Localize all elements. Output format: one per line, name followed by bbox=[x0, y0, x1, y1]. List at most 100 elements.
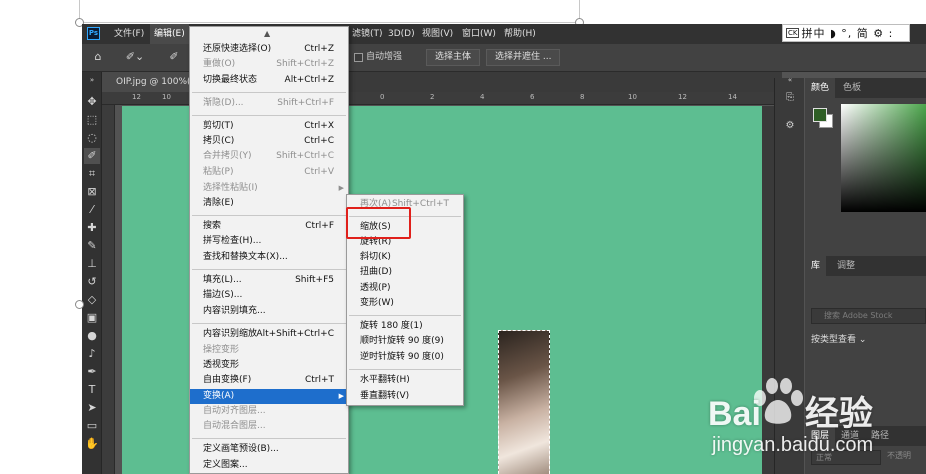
library-view-dropdown[interactable]: 按类型查看 ⌄ bbox=[811, 332, 866, 345]
menu-help[interactable]: 帮助(H) bbox=[500, 24, 540, 44]
edit-menu-item[interactable]: 定义图案... bbox=[190, 458, 348, 473]
transform-menu-item[interactable]: 变形(W) bbox=[347, 296, 463, 311]
menu-3d[interactable]: 3D(D) bbox=[384, 24, 419, 44]
rectangle-tool-icon[interactable]: ▭ bbox=[84, 418, 100, 434]
eyedropper-tool-icon[interactable]: ⁄ bbox=[84, 202, 100, 218]
tab-color[interactable]: 颜色 bbox=[805, 78, 836, 98]
brush-tool-icon[interactable]: ✎ bbox=[84, 238, 100, 254]
tab-libraries[interactable]: 库 bbox=[805, 256, 827, 276]
selected-photo-layer[interactable] bbox=[498, 330, 550, 474]
edit-menu-item-label: 操控变形 bbox=[203, 345, 240, 355]
edit-menu-item[interactable]: 清除(E) bbox=[190, 196, 348, 211]
menu-window[interactable]: 窗口(W) bbox=[458, 24, 500, 44]
transform-menu-item[interactable]: 垂直翻转(V) bbox=[347, 389, 463, 404]
gradient-tool-icon[interactable]: ▣ bbox=[84, 310, 100, 326]
edit-menu-item[interactable]: 自由变换(F) Ctrl+T bbox=[190, 373, 348, 388]
clone-stamp-tool-icon[interactable]: ⊥ bbox=[84, 256, 100, 272]
ruler-mark: 2 bbox=[430, 93, 435, 101]
edit-menu-item[interactable]: 内容识别缩放 Alt+Shift+Ctrl+C bbox=[190, 327, 348, 342]
pen-tool-icon[interactable]: ✒ bbox=[84, 364, 100, 380]
auto-enhance-checkbox[interactable] bbox=[354, 53, 363, 62]
frame-tool-icon[interactable]: ⊠ bbox=[84, 184, 100, 200]
home-icon[interactable]: ⌂ bbox=[90, 49, 106, 65]
tab-swatches[interactable]: 色板 bbox=[837, 78, 867, 98]
lasso-tool-icon[interactable]: ◌ bbox=[84, 130, 100, 146]
menu-filter[interactable]: 滤镜(T) bbox=[348, 24, 387, 44]
move-tool-icon[interactable]: ✥ bbox=[84, 94, 100, 110]
tab-adjustments[interactable]: 调整 bbox=[831, 256, 861, 276]
hand-tool-icon[interactable]: ✋ bbox=[84, 436, 100, 452]
edit-menu-item: 粘贴(P) Ctrl+V bbox=[190, 165, 348, 180]
edit-menu-item-label: 自由变换(F) bbox=[203, 375, 252, 385]
edit-menu-item[interactable]: 定义画笔预设(B)... bbox=[190, 442, 348, 457]
ruler-mark: 14 bbox=[728, 93, 737, 101]
transform-menu-item[interactable]: 逆时针旋转 90 度(0) bbox=[347, 350, 463, 365]
edit-menu-item[interactable]: 切换最终状态 Alt+Ctrl+Z bbox=[190, 73, 348, 88]
edit-menu-item-shortcut: Shift+Ctrl+F bbox=[277, 98, 334, 108]
crop-tool-icon[interactable]: ⌗ bbox=[84, 166, 100, 182]
edit-menu-item-shortcut: Shift+F5 bbox=[295, 275, 334, 285]
edit-menu-item[interactable]: 拷贝(C) Ctrl+C bbox=[190, 134, 348, 149]
collapse-icon[interactable]: » bbox=[84, 72, 100, 88]
menu-file[interactable]: 文件(F) bbox=[110, 24, 148, 44]
edit-menu-item: 渐隐(D)... Shift+Ctrl+F bbox=[190, 96, 348, 111]
ruler-mark: 10 bbox=[162, 93, 171, 101]
type-tool-icon[interactable]: T bbox=[84, 382, 100, 398]
quick-select-preset-icon[interactable]: ✐⌄ bbox=[122, 49, 148, 65]
photoshop-logo-icon: Ps bbox=[87, 27, 100, 40]
edit-menu-item[interactable]: 查找和替换文本(X)... bbox=[190, 250, 348, 265]
select-subject-button[interactable]: 选择主体 bbox=[426, 49, 481, 66]
path-selection-tool-icon[interactable]: ➤ bbox=[84, 400, 100, 416]
edit-menu-item[interactable]: 拼写检查(H)... bbox=[190, 234, 348, 249]
edit-menu-item-shortcut: Alt+Ctrl+Z bbox=[284, 75, 334, 85]
edit-menu-item-shortcut: Ctrl+C bbox=[304, 136, 334, 146]
edit-menu-item-label: 自动对齐图层... bbox=[203, 406, 266, 416]
transform-menu-item[interactable]: 斜切(K) bbox=[347, 250, 463, 265]
watermark-url: jingyan.baidu.com bbox=[712, 434, 874, 456]
ime-toolbar[interactable]: CK 拼中 ◗ °, 简 ⚙ : bbox=[782, 24, 910, 42]
edit-menu-item-label: 搜索 bbox=[203, 221, 222, 231]
edit-menu-item[interactable]: 剪切(T) Ctrl+X bbox=[190, 119, 348, 134]
edit-menu-item-label: 清除(E) bbox=[203, 198, 234, 208]
edit-menu-item[interactable]: 还原快速选择(O) Ctrl+Z bbox=[190, 42, 348, 57]
history-brush-tool-icon[interactable]: ↺ bbox=[84, 274, 100, 290]
collapse-panels-icon[interactable]: « bbox=[782, 72, 798, 88]
eraser-tool-icon[interactable]: ◇ bbox=[84, 292, 100, 308]
edit-menu-dropdown: ▲ 还原快速选择(O) Ctrl+Z 重做(O) Shift+Ctrl+Z 切换最终状态… bbox=[189, 26, 349, 474]
submenu-arrow-icon: ▶ bbox=[338, 392, 344, 400]
edit-menu-item[interactable]: 变换(A) ▶ bbox=[190, 389, 348, 404]
select-and-mask-button[interactable]: 选择并遮住 ... bbox=[486, 49, 561, 66]
library-search-input[interactable]: 搜索 Adobe Stock bbox=[811, 308, 926, 324]
properties-panel-icon[interactable]: ⚙ bbox=[782, 118, 798, 134]
quick-selection-tool-icon[interactable]: ✐ bbox=[84, 148, 100, 164]
transform-menu-item[interactable]: 旋转 180 度(1) bbox=[347, 319, 463, 334]
menu-scroll-up-icon[interactable]: ▲ bbox=[264, 29, 270, 38]
transform-menu-item[interactable]: 顺时针旋转 90 度(9) bbox=[347, 334, 463, 349]
quick-select-add-icon[interactable]: ✐ bbox=[166, 49, 182, 65]
foreground-color-swatch[interactable] bbox=[813, 108, 827, 122]
menu-edit[interactable]: 编辑(E) bbox=[150, 24, 189, 44]
dodge-tool-icon[interactable]: ♪ bbox=[84, 346, 100, 362]
blur-tool-icon[interactable]: ● bbox=[84, 328, 100, 344]
edit-menu-item[interactable]: 填充(L)... Shift+F5 bbox=[190, 273, 348, 288]
history-panel-icon[interactable]: ⎘ bbox=[782, 90, 798, 106]
transform-menu-item[interactable]: 扭曲(D) bbox=[347, 265, 463, 280]
ruler-mark: 8 bbox=[580, 93, 585, 101]
menu-view[interactable]: 视图(V) bbox=[418, 24, 457, 44]
color-picker-field[interactable] bbox=[841, 104, 926, 212]
auto-enhance-label: 自动增强 bbox=[366, 52, 403, 62]
edit-menu-item[interactable]: 搜索 Ctrl+F bbox=[190, 219, 348, 234]
transform-menu-item[interactable]: 水平翻转(H) bbox=[347, 373, 463, 388]
edit-menu-item[interactable]: 内容识别填充... bbox=[190, 304, 348, 319]
menu-separator bbox=[192, 115, 346, 116]
ime-status-text: 拼中 ◗ °, 简 ⚙ : bbox=[801, 27, 894, 40]
edit-menu-item[interactable]: 透视变形 bbox=[190, 358, 348, 373]
healing-brush-tool-icon[interactable]: ✚ bbox=[84, 220, 100, 236]
marquee-tool-icon[interactable]: ⬚ bbox=[84, 112, 100, 128]
callout-highlight-box bbox=[346, 207, 411, 239]
transform-menu-item-label: 扭曲(D) bbox=[360, 267, 392, 277]
tools-panel: » ✥ ⬚ ◌ ✐ ⌗ ⊠ ⁄ ✚ ✎ ⊥ ↺ ◇ ▣ ● ♪ ✒ T ➤ ▭ … bbox=[82, 72, 102, 474]
resize-handle-mid-left[interactable] bbox=[75, 300, 84, 309]
edit-menu-item[interactable]: 描边(S)... bbox=[190, 288, 348, 303]
transform-menu-item[interactable]: 透视(P) bbox=[347, 281, 463, 296]
